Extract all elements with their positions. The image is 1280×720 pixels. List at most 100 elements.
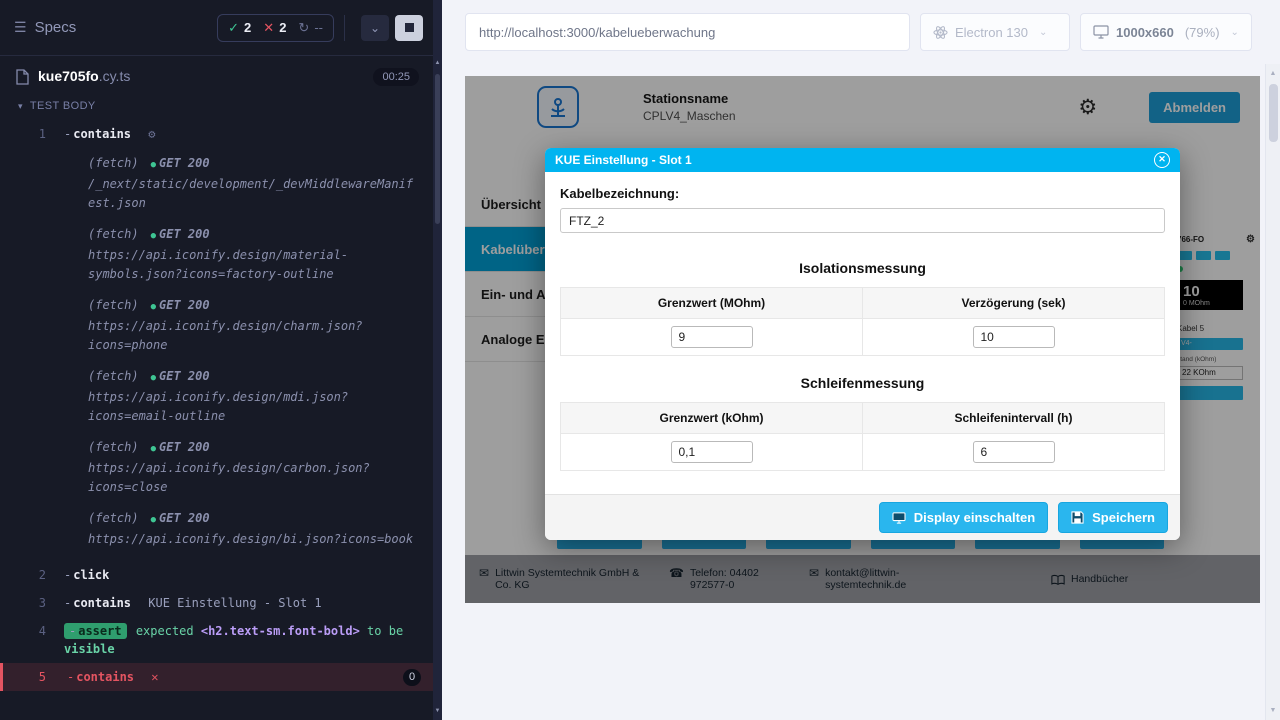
command-row-assert[interactable]: 4 assert expected <h2.text-sm.font-bold>… bbox=[0, 617, 433, 663]
status-dot-icon: ● bbox=[151, 231, 156, 241]
fetch-label: (fetch) bbox=[88, 227, 139, 241]
network-log-entry[interactable]: (fetch)●GET 200 https://api.iconify.desi… bbox=[0, 296, 433, 355]
isolationsmessung-title: Isolationsmessung bbox=[560, 260, 1165, 276]
browser-name: Electron 130 bbox=[955, 25, 1028, 40]
kabel-bezeichnung-input[interactable] bbox=[560, 208, 1165, 233]
fetch-status: GET 200 bbox=[159, 227, 210, 241]
command-row-failed[interactable]: 5 contains ✕ 0 bbox=[0, 663, 433, 691]
stop-button[interactable] bbox=[395, 15, 423, 41]
url-input[interactable] bbox=[465, 13, 910, 51]
cypress-reporter: ☰ Specs ✓2 ✕2 ↻-- ⌄ kue705fo.cy.ts 00:25… bbox=[0, 0, 433, 720]
command-number: 2 bbox=[0, 566, 46, 584]
command-number: 1 bbox=[0, 125, 46, 143]
status-dot-icon: ● bbox=[151, 302, 156, 312]
retry-count-badge: 0 bbox=[403, 669, 421, 686]
pending-count: ↻-- bbox=[298, 20, 323, 36]
network-log-entry[interactable]: (fetch)●GET 200 https://api.iconify.desi… bbox=[0, 438, 433, 497]
browser-selector[interactable]: Electron 130 ⌄ bbox=[920, 13, 1070, 51]
fetch-url: https://api.iconify.design/material-symb… bbox=[88, 246, 419, 284]
app-under-test: Stationsname CPLV4_Maschen ⚙ Abmelden Üb… bbox=[465, 76, 1260, 603]
command-number: 4 bbox=[0, 622, 46, 640]
window-scrollbar[interactable]: ▲ ▼ bbox=[1265, 64, 1280, 720]
fetch-url: https://api.iconify.design/carbon.json?i… bbox=[88, 459, 419, 497]
fetch-url: https://api.iconify.design/charm.json?ic… bbox=[88, 317, 419, 355]
specs-label: Specs bbox=[35, 19, 77, 36]
command-row[interactable]: 1 contains ⚙ bbox=[0, 120, 433, 148]
fetch-label: (fetch) bbox=[88, 156, 139, 170]
scroll-down-icon[interactable]: ▼ bbox=[433, 708, 442, 714]
close-icon[interactable]: ✕ bbox=[1154, 152, 1170, 168]
scroll-down-icon[interactable]: ▼ bbox=[1266, 703, 1280, 718]
status-dot-icon: ● bbox=[151, 515, 156, 525]
iso-verzoegerung-input[interactable] bbox=[973, 326, 1055, 348]
passed-count: ✓2 bbox=[228, 20, 251, 36]
modal-body: Kabelbezeichnung: Isolationsmessung Gren… bbox=[545, 172, 1180, 494]
command-row[interactable]: 2 click bbox=[0, 561, 433, 589]
modal-header: KUE Einstellung - Slot 1 ✕ bbox=[545, 148, 1180, 172]
fetch-label: (fetch) bbox=[88, 440, 139, 454]
network-log-entry[interactable]: (fetch)●GET 200 https://api.iconify.desi… bbox=[0, 367, 433, 426]
spec-duration-badge: 00:25 bbox=[373, 68, 419, 86]
command-number: 5 bbox=[0, 668, 46, 686]
assert-expected: expected bbox=[136, 624, 194, 638]
caret-down-icon: ▾ bbox=[18, 101, 23, 112]
failed-count: ✕2 bbox=[263, 20, 286, 36]
network-log-entry[interactable]: (fetch) ●GET 200 https://api.iconify.desi… bbox=[0, 225, 433, 284]
fetch-label: (fetch) bbox=[88, 298, 139, 312]
command-number: 3 bbox=[0, 594, 46, 612]
spec-name: kue705fo.cy.ts bbox=[38, 68, 130, 86]
display-icon bbox=[892, 512, 906, 524]
save-icon bbox=[1071, 511, 1084, 524]
test-body-toggle[interactable]: ▾ TEST BODY bbox=[0, 96, 433, 120]
iso-col-verzoegerung: Verzögerung (sek) bbox=[863, 288, 1165, 319]
monitor-icon bbox=[1093, 25, 1109, 39]
viewport-size: 1000x660 bbox=[1116, 25, 1174, 40]
fetch-status: GET 200 bbox=[159, 440, 210, 454]
status-dot-icon: ● bbox=[151, 373, 156, 383]
network-log-entry[interactable]: (fetch)●GET 200 /_next/static/developmen… bbox=[0, 154, 433, 213]
modal-title: KUE Einstellung - Slot 1 bbox=[555, 153, 692, 167]
display-einschalten-button[interactable]: Display einschalten bbox=[879, 502, 1048, 533]
command-log: 1 contains ⚙ (fetch)●GET 200 /_next/stat… bbox=[0, 120, 433, 691]
scroll-up-icon[interactable]: ▲ bbox=[433, 60, 442, 66]
fetch-url: https://api.iconify.design/mdi.json?icon… bbox=[88, 388, 419, 426]
speichern-button[interactable]: Speichern bbox=[1058, 502, 1168, 533]
viewport-selector[interactable]: 1000x660 (79%) ⌄ bbox=[1080, 13, 1252, 51]
iso-col-grenzwert: Grenzwert (MOhm) bbox=[561, 288, 863, 319]
command-method: contains bbox=[67, 670, 134, 684]
command-message: KUE Einstellung - Slot 1 bbox=[148, 596, 321, 610]
loop-grenzwert-input[interactable] bbox=[671, 441, 753, 463]
command-row[interactable]: 3 contains KUE Einstellung - Slot 1 bbox=[0, 589, 433, 617]
divider bbox=[344, 15, 345, 41]
specs-menu-button[interactable]: ☰ Specs bbox=[14, 19, 76, 36]
chevron-down-icon: ⌄ bbox=[1231, 27, 1239, 38]
test-body-label: TEST BODY bbox=[30, 100, 96, 112]
assert-badge: assert bbox=[64, 623, 127, 639]
iso-grenzwert-input[interactable] bbox=[671, 326, 753, 348]
collapse-button[interactable]: ⌄ bbox=[361, 15, 389, 41]
scrollbar-thumb[interactable] bbox=[435, 74, 440, 224]
kue-settings-modal: KUE Einstellung - Slot 1 ✕ Kabelbezeichn… bbox=[545, 148, 1180, 540]
spec-file-icon bbox=[16, 69, 29, 85]
scroll-up-icon[interactable]: ▲ bbox=[1266, 66, 1280, 81]
chevron-down-icon: ⌄ bbox=[1039, 27, 1047, 38]
cross-icon: ✕ bbox=[263, 20, 274, 35]
isolationsmessung-table: Grenzwert (MOhm) Verzögerung (sek) bbox=[560, 287, 1165, 356]
fail-cross-icon: ✕ bbox=[151, 670, 158, 684]
schleifenmessung-title: Schleifenmessung bbox=[560, 375, 1165, 391]
test-stats: ✓2 ✕2 ↻-- bbox=[217, 14, 334, 42]
loop-intervall-input[interactable] bbox=[973, 441, 1055, 463]
loop-col-intervall: Schleifenintervall (h) bbox=[863, 403, 1165, 434]
command-method: click bbox=[64, 568, 109, 582]
kabel-bezeichnung-label: Kabelbezeichnung: bbox=[560, 186, 1165, 201]
gear-icon[interactable]: ⚙ bbox=[148, 127, 155, 141]
viewport-zoom: (79%) bbox=[1185, 25, 1220, 40]
spec-row[interactable]: kue705fo.cy.ts 00:25 bbox=[0, 56, 433, 96]
network-log-entry[interactable]: (fetch)●GET 200 https://api.iconify.desi… bbox=[0, 509, 433, 549]
fetch-url: https://api.iconify.design/bi.json?icons… bbox=[88, 530, 419, 549]
refresh-icon: ↻ bbox=[298, 20, 309, 35]
scrollbar-thumb[interactable] bbox=[1269, 84, 1278, 142]
reporter-scrollbar[interactable]: ▲ ▼ bbox=[433, 0, 442, 720]
check-icon: ✓ bbox=[228, 20, 239, 35]
reporter-header: ☰ Specs ✓2 ✕2 ↻-- ⌄ bbox=[0, 0, 433, 56]
